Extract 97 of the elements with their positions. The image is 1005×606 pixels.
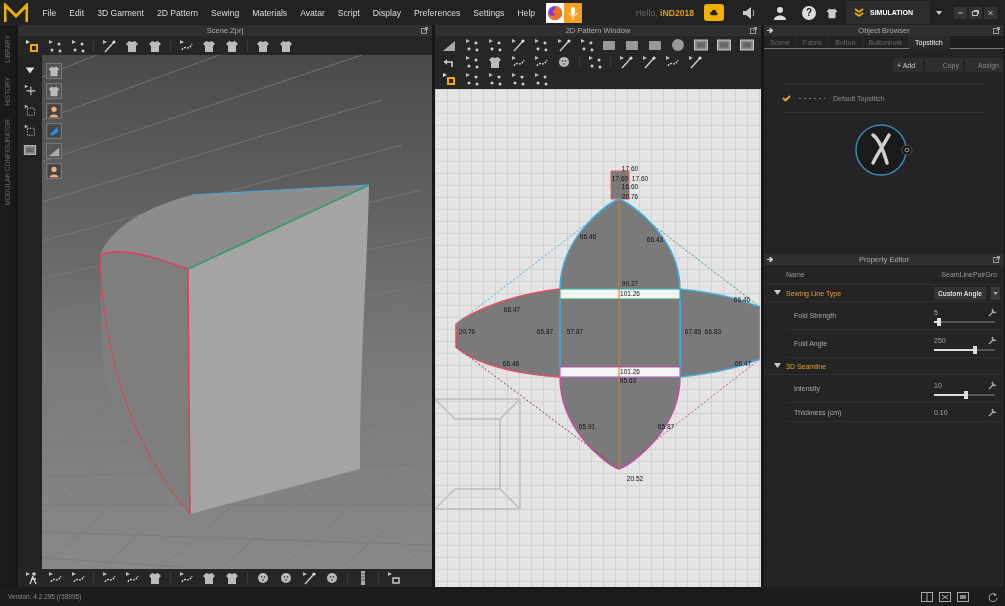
point-icon[interactable] <box>487 70 503 87</box>
slider-thumb[interactable] <box>936 318 941 326</box>
menu-item[interactable]: Materials <box>245 7 294 18</box>
logo-icon <box>4 2 28 23</box>
pattern-piece[interactable] <box>679 288 760 378</box>
line-tool-icon[interactable] <box>618 53 634 70</box>
circle-icon[interactable] <box>670 36 687 53</box>
menu-item[interactable]: Edit <box>62 7 91 18</box>
pointer-icon[interactable] <box>441 70 457 87</box>
point-icon[interactable] <box>532 36 549 53</box>
close-icon[interactable] <box>984 6 997 19</box>
undock-icon[interactable] <box>993 256 1000 263</box>
slider-thumb[interactable] <box>963 391 968 399</box>
browser-icon[interactable] <box>545 3 564 22</box>
avatar-icon[interactable] <box>46 103 62 119</box>
point-icon[interactable] <box>463 36 480 53</box>
pin-icon[interactable] <box>767 27 774 34</box>
minimize-icon[interactable] <box>954 6 967 19</box>
button-icon[interactable] <box>278 570 294 586</box>
line-tool-icon[interactable] <box>509 36 526 53</box>
line-tool-icon[interactable] <box>555 36 572 53</box>
caret-icon[interactable] <box>936 10 942 15</box>
undock-icon[interactable] <box>750 27 757 34</box>
line-tool-icon[interactable] <box>101 37 117 54</box>
button-icon[interactable] <box>324 570 340 586</box>
undock-icon[interactable] <box>993 27 1000 34</box>
wrench-icon[interactable] <box>988 407 997 417</box>
frame-icon[interactable] <box>739 36 755 53</box>
pattern-piece[interactable] <box>559 376 681 470</box>
selection-icon[interactable] <box>23 103 37 117</box>
frame-icon[interactable] <box>716 36 732 53</box>
menu-item[interactable]: File <box>36 7 63 18</box>
wrench-icon[interactable] <box>988 336 997 345</box>
pattern-piece[interactable] <box>455 288 561 378</box>
view-3d-icon[interactable] <box>939 591 951 602</box>
point-icon[interactable] <box>533 70 549 87</box>
figure-icon[interactable] <box>24 570 40 586</box>
seam-strip[interactable] <box>559 288 681 300</box>
menu-item[interactable]: Display <box>366 7 408 18</box>
single-view-icon[interactable] <box>921 591 933 602</box>
cloud-button[interactable] <box>704 4 724 21</box>
line-tool-icon[interactable] <box>687 53 703 70</box>
menu-item[interactable]: 2D Pattern <box>150 7 205 18</box>
point-icon[interactable] <box>70 37 86 54</box>
collapse-icon[interactable] <box>774 290 781 296</box>
pointer-icon[interactable] <box>386 570 402 586</box>
shirt-icon[interactable] <box>147 570 163 586</box>
line-tool-icon[interactable] <box>301 570 317 586</box>
undock-icon[interactable] <box>421 27 428 34</box>
fabric-icon[interactable] <box>46 123 62 139</box>
button-icon[interactable] <box>255 570 271 586</box>
check-icon[interactable] <box>782 95 791 102</box>
topstitch-preview-icon <box>855 123 913 179</box>
point-icon[interactable] <box>486 36 503 53</box>
pin-icon[interactable] <box>767 256 774 263</box>
frame-icon[interactable] <box>693 36 710 53</box>
seam-strip[interactable] <box>559 366 681 378</box>
shirt-icon[interactable] <box>201 570 217 586</box>
wrench-icon[interactable] <box>988 381 997 390</box>
collapse-icon[interactable] <box>774 363 781 369</box>
microphone-icon[interactable] <box>563 2 582 23</box>
menu-item[interactable]: 3D Garment <box>90 7 151 18</box>
menu-item[interactable]: Settings <box>466 7 511 18</box>
menu-item[interactable]: Avatar <box>293 7 332 18</box>
point-icon[interactable] <box>464 53 480 70</box>
garment-drawing[interactable] <box>99 184 370 515</box>
point-icon[interactable] <box>510 70 526 87</box>
point-icon[interactable] <box>587 53 603 70</box>
menu-item[interactable]: Help <box>510 7 542 18</box>
pattern-piece[interactable] <box>559 198 681 290</box>
point-icon[interactable] <box>464 70 480 87</box>
restore-icon[interactable] <box>969 6 982 19</box>
point-icon[interactable] <box>578 36 595 53</box>
user-name: iND2018 <box>660 7 694 18</box>
help-button[interactable]: ? <box>802 5 816 20</box>
chevron-icon <box>854 8 864 17</box>
greeting-text: Hello, <box>635 7 658 18</box>
avatar-icon[interactable] <box>46 163 62 179</box>
selection-icon[interactable] <box>23 123 37 137</box>
point-icon[interactable] <box>47 37 63 54</box>
line-tool-icon[interactable] <box>641 53 657 70</box>
stitch-line-icon <box>799 97 825 100</box>
shirt-icon[interactable] <box>224 570 240 586</box>
user-icon[interactable] <box>774 5 786 20</box>
refresh-icon[interactable] <box>987 591 999 602</box>
caret-icon[interactable] <box>991 286 1000 300</box>
slider-thumb[interactable] <box>973 346 978 354</box>
view-2d-icon[interactable] <box>957 591 969 602</box>
pointer-icon[interactable] <box>24 37 40 54</box>
speaker-icon[interactable] <box>742 5 756 20</box>
frame-icon[interactable] <box>23 143 37 157</box>
menu-item[interactable]: Sewing <box>204 7 246 18</box>
cloud-icon <box>710 7 718 18</box>
wrench-icon[interactable] <box>988 308 997 317</box>
menu-item[interactable]: Preferences <box>407 7 467 18</box>
menu-item[interactable]: Script <box>331 7 367 18</box>
move-icon[interactable] <box>23 83 37 97</box>
